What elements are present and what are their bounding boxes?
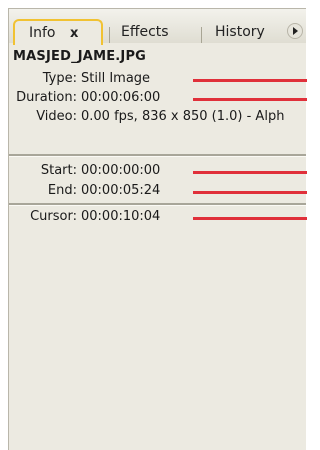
tab-history-label: History [215, 24, 265, 40]
tab-info[interactable]: Info x [13, 19, 103, 45]
cursor-label: Cursor: [30, 209, 77, 224]
tab-separator [109, 27, 110, 43]
start-label: Start: [40, 163, 77, 178]
info-panel: Info x Effects History MASJED_JAME.JPG T… [8, 8, 307, 450]
tab-scroll-right-icon[interactable] [287, 23, 303, 39]
end-value: 00:00:05:24 [81, 183, 161, 198]
tab-history[interactable]: History [207, 21, 277, 43]
annotation-line [193, 79, 307, 82]
info-row-start: Start: 00:00:00:00 [9, 162, 307, 180]
info-row-type: Type: Still Image [9, 70, 307, 88]
tab-info-label: Info [29, 25, 56, 41]
annotation-line [193, 98, 307, 101]
panel-tab-bar: Info x Effects History [9, 9, 306, 45]
end-label: End: [47, 183, 77, 198]
tab-effects-label: Effects [121, 24, 169, 40]
annotation-line [193, 191, 307, 194]
video-label: Video: [36, 109, 77, 124]
section-divider [9, 154, 306, 157]
duration-value: 00:00:06:00 [81, 90, 161, 105]
tab-effects[interactable]: Effects [113, 21, 193, 43]
cursor-value: 00:00:10:04 [81, 209, 161, 224]
section-divider [9, 203, 306, 206]
duration-label: Duration: [16, 90, 77, 105]
video-value: 0.00 fps, 836 x 850 (1.0) - Alph [81, 109, 285, 124]
clip-filename: MASJED_JAME.JPG [13, 49, 147, 64]
tab-separator [201, 27, 202, 43]
annotation-line [193, 171, 307, 174]
type-value: Still Image [81, 71, 151, 86]
start-value: 00:00:00:00 [81, 163, 161, 178]
annotation-line [193, 217, 307, 220]
info-row-cursor: Cursor: 00:00:10:04 [9, 208, 307, 226]
tab-close-icon[interactable]: x [70, 26, 78, 41]
info-row-duration: Duration: 00:00:06:00 [9, 89, 307, 107]
info-row-video: Video: 0.00 fps, 836 x 850 (1.0) - Alph [9, 108, 307, 126]
info-row-end: End: 00:00:05:24 [9, 182, 307, 200]
type-label: Type: [42, 71, 77, 86]
